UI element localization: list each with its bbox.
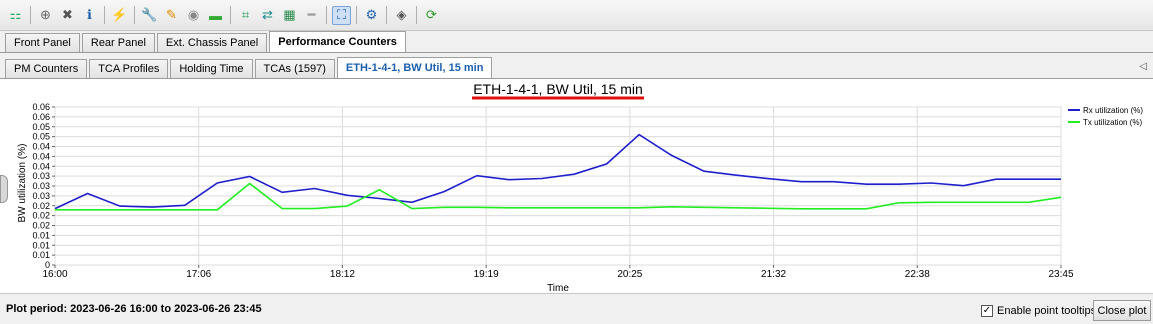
add-icon[interactable]: ⊕ <box>36 6 55 25</box>
toolbar: ⚏ ⊕ ✖ ℹ ⚡ 🔧 ✎ ◉ ▬ ⌗ ⇄ ▦ ━ ⛶ ⚙ ◈ ⟳ <box>0 0 1153 31</box>
close-plot-button[interactable]: Close plot <box>1093 300 1151 321</box>
expand-icon[interactable]: ⌗ <box>236 6 255 25</box>
paint-icon[interactable]: ✎ <box>162 6 181 25</box>
x-tick-label: 20:25 <box>617 269 642 280</box>
x-tick-label: 18:12 <box>330 269 355 280</box>
shuffle-icon[interactable]: ⇄ <box>258 6 277 25</box>
refresh-settings-icon[interactable]: ⚙ <box>362 6 381 25</box>
toolbar-separator <box>134 6 135 24</box>
side-collapse-handle[interactable] <box>0 175 8 203</box>
y-tick-label: 0.02 <box>32 201 50 211</box>
bar-icon[interactable]: ━ <box>302 6 321 25</box>
x-tick-label: 16:00 <box>42 269 67 280</box>
y-tick-label: 0.01 <box>32 250 50 260</box>
toolbar-separator <box>356 6 357 24</box>
tab-pm-counters[interactable]: PM Counters <box>5 59 88 78</box>
legend-label: Tx utilization (%) <box>1083 118 1142 127</box>
tab-tca-profiles[interactable]: TCA Profiles <box>89 59 169 78</box>
y-tick-label: 0.06 <box>32 102 50 112</box>
tab-tcas[interactable]: TCAs (1597) <box>254 59 335 78</box>
toolbar-separator <box>326 6 327 24</box>
y-tick-label: 0.06 <box>32 112 50 122</box>
tab-ext-chassis-panel[interactable]: Ext. Chassis Panel <box>156 33 268 52</box>
y-tick-label: 0.04 <box>32 142 50 152</box>
y-tick-label: 0.01 <box>32 230 50 240</box>
info-icon[interactable]: ℹ <box>80 6 99 25</box>
toolbar-separator <box>416 6 417 24</box>
cube-icon[interactable]: ◈ <box>392 6 411 25</box>
toolbar-separator <box>230 6 231 24</box>
enable-tooltips-label: Enable point tooltips <box>997 305 1097 317</box>
enable-tooltips-checkbox[interactable]: ✓ <box>981 305 993 317</box>
chart-icon[interactable]: ⛶ <box>332 5 351 25</box>
y-tick-label: 0.01 <box>32 240 50 250</box>
y-tick-label: 0.03 <box>32 171 50 181</box>
y-tick-label: 0.04 <box>32 161 50 171</box>
enable-tooltips-option[interactable]: ✓ Enable point tooltips <box>981 305 1096 317</box>
sync-icon[interactable]: ⟳ <box>422 6 441 25</box>
toolbar-separator <box>386 6 387 24</box>
grey-icon[interactable]: ◉ <box>184 6 203 25</box>
tab-scroll-left-icon[interactable]: ◁ <box>1139 61 1147 72</box>
ports-icon[interactable]: ▦ <box>280 6 299 25</box>
x-tick-label: 21:32 <box>761 269 786 280</box>
tab-performance-counters[interactable]: Performance Counters <box>269 31 406 52</box>
footer: Plot period: 2023-06-26 16:00 to 2023-06… <box>0 294 1153 324</box>
x-tick-label: 22:38 <box>905 269 930 280</box>
tab-holding-time[interactable]: Holding Time <box>170 59 253 78</box>
y-tick-label: 0.04 <box>32 151 50 161</box>
y-tick-label: 0.02 <box>32 211 50 221</box>
plot-period-label: Plot period: 2023-06-26 16:00 to 2023-06… <box>6 303 262 315</box>
x-axis-label: Time <box>547 283 569 294</box>
x-tick-label: 17:06 <box>186 269 211 280</box>
tab-front-panel[interactable]: Front Panel <box>5 33 80 52</box>
tab-rear-panel[interactable]: Rear Panel <box>81 33 155 52</box>
y-tick-label: 0.03 <box>32 191 50 201</box>
y-tick-label: 0.05 <box>32 132 50 142</box>
plot-panel: ETH-1-4-1, BW Util, 15 min 0 0.01 0.01 0.01… <box>0 79 1153 294</box>
delete-icon[interactable]: ✖ <box>58 6 77 25</box>
toolbar-separator <box>30 6 31 24</box>
lightning-icon[interactable]: ⚡ <box>110 6 129 25</box>
main-tab-bar: Front Panel Rear Panel Ext. Chassis Pane… <box>0 31 1153 53</box>
y-tick-label: 0.05 <box>32 122 50 132</box>
y-tick-label: 0.03 <box>32 181 50 191</box>
module-icon[interactable]: ▬ <box>206 6 225 25</box>
sub-tab-bar: PM Counters TCA Profiles Holding Time TC… <box>0 57 1153 79</box>
x-tick-label: 19:19 <box>474 269 499 280</box>
y-tick-label: 0.02 <box>32 221 50 231</box>
bw-util-chart: ETH-1-4-1, BW Util, 15 min 00.010.010.01… <box>17 81 1143 294</box>
legend-label: Rx utilization (%) <box>1083 106 1143 115</box>
tab-eth-bw-util[interactable]: ETH-1-4-1, BW Util, 15 min <box>336 57 493 78</box>
chart-title: ETH-1-4-1, BW Util, 15 min <box>473 81 643 97</box>
y-axis-label: BW utilization (%) <box>17 144 28 223</box>
x-tick-label: 23:45 <box>1048 269 1073 280</box>
network-tree-icon[interactable]: ⚏ <box>6 6 25 25</box>
toolbar-separator <box>104 6 105 24</box>
wrench-icon[interactable]: 🔧 <box>140 6 159 25</box>
